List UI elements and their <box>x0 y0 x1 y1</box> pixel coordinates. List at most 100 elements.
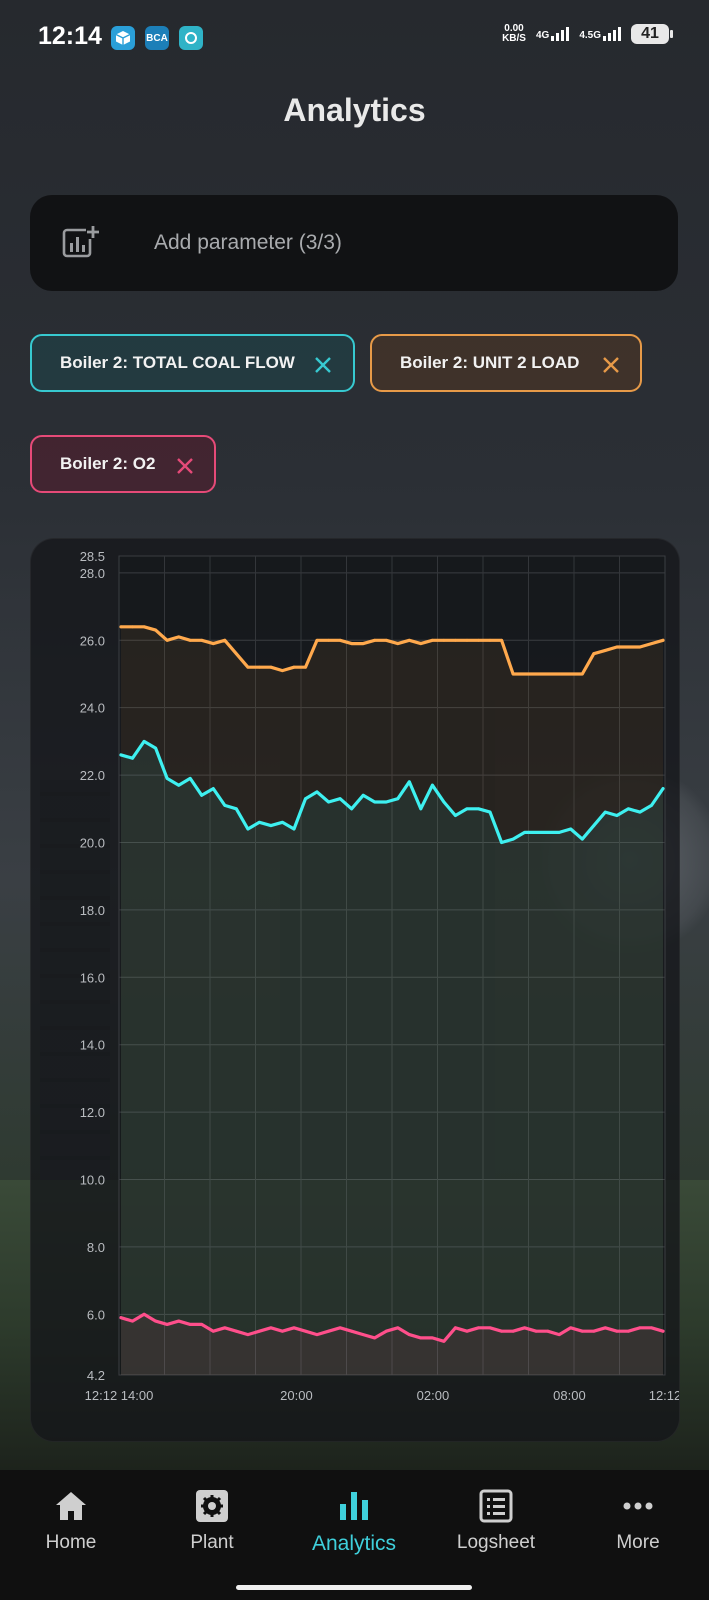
data-point <box>661 638 665 642</box>
data-point <box>281 820 284 824</box>
y-tick-label: 28.0 <box>80 566 105 581</box>
chip-label: Boiler 2: TOTAL COAL FLOW <box>60 353 295 372</box>
data-point <box>292 665 296 669</box>
data-point <box>373 638 377 642</box>
data-point <box>534 831 538 834</box>
data-point <box>246 665 250 669</box>
signal-45g-label: 4.5G <box>579 30 601 41</box>
data-point <box>546 831 550 834</box>
data-point <box>165 638 169 642</box>
net-speed: 0.00 KB/S <box>502 24 526 44</box>
line-chart: 28.5 28.0 26.0 24.0 22.0 20.0 18.0 16.0 14.0 12.0… <box>80 549 679 1403</box>
battery-icon: 41 <box>631 24 673 44</box>
data-point <box>650 642 653 645</box>
add-parameter-button[interactable]: Add parameter (3/3) <box>30 195 678 291</box>
chip-label: Boiler 2: O2 <box>60 454 156 473</box>
y-tick-label: 4.2 <box>87 1368 105 1383</box>
data-point <box>142 740 146 743</box>
data-point <box>350 642 353 645</box>
data-point <box>188 1323 192 1326</box>
data-point <box>661 787 665 790</box>
data-point <box>627 1329 630 1333</box>
data-point <box>580 672 584 676</box>
data-point <box>211 1329 215 1333</box>
data-point <box>119 625 123 629</box>
data-point <box>569 672 573 676</box>
y-tick-label: 8.0 <box>87 1240 105 1255</box>
y-tick-label: 28.5 <box>80 549 105 564</box>
nav-logsheet[interactable]: Logsheet <box>436 1488 556 1554</box>
nav-home[interactable]: Home <box>11 1488 131 1554</box>
data-point <box>258 1329 261 1333</box>
bca-app-icon: BCA <box>145 26 169 50</box>
data-point <box>154 1319 157 1323</box>
data-point <box>119 1316 123 1320</box>
data-point <box>327 638 330 642</box>
data-point <box>131 625 134 629</box>
chip-total-coal-flow[interactable]: Boiler 2: TOTAL COAL FLOW <box>30 334 355 392</box>
data-point <box>477 1326 480 1330</box>
x-tick-label: 12:12 14:00 <box>85 1388 154 1403</box>
data-point <box>592 1329 596 1333</box>
analytics-chart[interactable]: 28.5 28.0 26.0 24.0 22.0 20.0 18.0 16.0 14.0 12.0… <box>30 538 680 1442</box>
data-point <box>223 804 227 807</box>
data-point <box>361 793 365 797</box>
home-indicator <box>236 1585 472 1590</box>
signal-45g: 4.5G <box>579 27 621 41</box>
data-point <box>396 642 400 645</box>
data-point <box>246 827 250 831</box>
nav-more[interactable]: More <box>578 1488 698 1554</box>
data-point <box>315 790 319 794</box>
gear-icon <box>196 1490 228 1522</box>
data-point <box>304 1329 307 1333</box>
data-point <box>304 665 307 669</box>
nav-more-label: More <box>616 1532 660 1553</box>
data-point <box>407 638 411 642</box>
nav-plant[interactable]: Plant <box>152 1488 272 1554</box>
close-icon[interactable] <box>600 354 622 376</box>
data-point <box>592 652 596 656</box>
data-point <box>580 837 584 841</box>
data-point <box>431 783 434 787</box>
signal-4g: 4G <box>536 27 570 41</box>
data-point <box>546 1329 550 1333</box>
data-point <box>523 831 526 834</box>
data-point <box>165 777 169 780</box>
data-point <box>177 635 181 639</box>
data-point <box>304 797 307 801</box>
data-point <box>477 807 480 811</box>
nav-analytics[interactable]: Analytics <box>294 1488 414 1556</box>
add-parameter-label: Add parameter (3/3) <box>154 231 342 254</box>
data-point <box>396 797 400 801</box>
list-icon <box>479 1489 513 1523</box>
y-tick-label: 18.0 <box>80 903 105 918</box>
data-point <box>638 645 642 649</box>
data-point <box>592 824 596 827</box>
data-point <box>500 638 503 642</box>
data-point <box>384 800 388 804</box>
close-icon[interactable] <box>312 354 334 376</box>
data-point <box>338 1326 342 1330</box>
data-point <box>557 1333 561 1336</box>
data-point <box>627 645 630 649</box>
data-point <box>615 1329 619 1333</box>
x-tick-label: 20:00 <box>280 1388 313 1403</box>
data-point <box>638 1326 642 1330</box>
data-point <box>569 1326 573 1330</box>
more-dots-icon <box>623 1502 653 1510</box>
chip-o2[interactable]: Boiler 2: O2 <box>30 435 216 493</box>
data-point <box>258 820 261 824</box>
data-point <box>373 1336 377 1340</box>
status-time: 12:14 <box>38 22 102 50</box>
close-icon[interactable] <box>174 455 196 477</box>
data-point <box>419 807 423 811</box>
data-point <box>442 800 446 804</box>
data-point <box>557 831 561 834</box>
y-tick-label: 12.0 <box>80 1105 105 1120</box>
data-point <box>292 827 296 831</box>
data-point <box>234 1329 238 1333</box>
chip-unit-2-load[interactable]: Boiler 2: UNIT 2 LOAD <box>370 334 642 392</box>
data-point <box>200 1323 204 1326</box>
data-point <box>603 649 607 652</box>
x-tick-label: 12:12 <box>649 1388 679 1403</box>
